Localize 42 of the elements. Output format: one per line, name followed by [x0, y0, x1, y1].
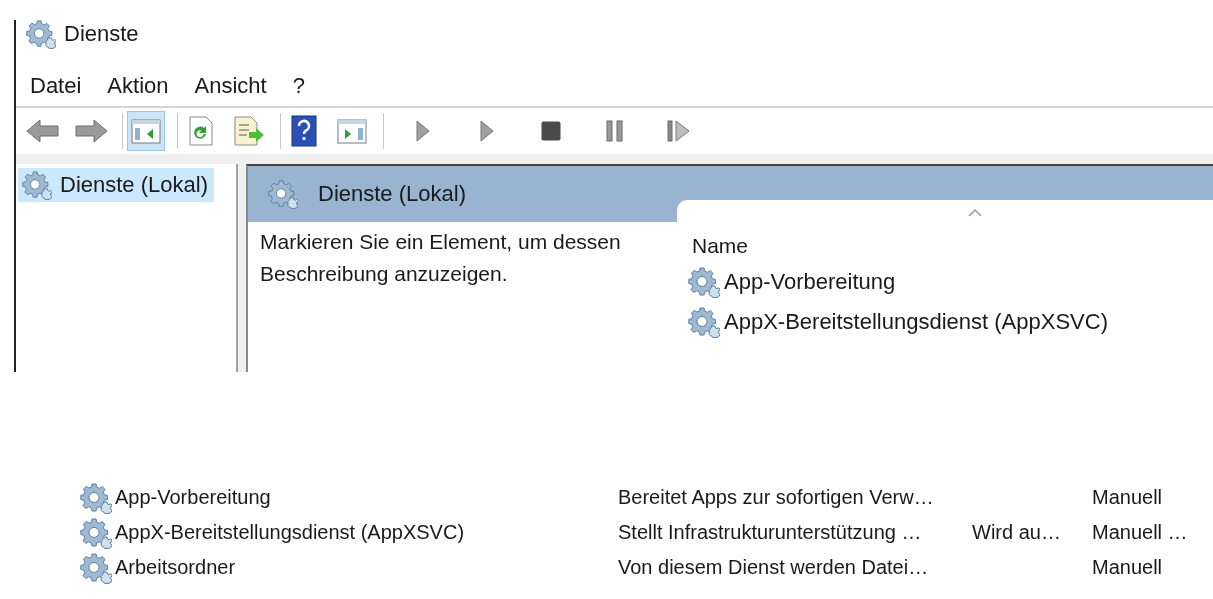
menu-item[interactable]: ?	[282, 73, 321, 99]
export-list-icon[interactable]	[233, 116, 265, 146]
forward-arrow-icon[interactable]	[74, 118, 108, 144]
gear-icon	[688, 266, 720, 298]
description-cell-text: Bereitet Apps zur sofortigen Verw…	[618, 486, 935, 509]
status-cell-text: Wird au…	[972, 521, 1062, 544]
description-cell-text: Stellt Infrastrukturunterstützung …	[618, 521, 923, 544]
service-name[interactable]: AppX-Bereitstellungsdienst (AppXSVC)	[724, 309, 1108, 335]
column-header[interactable]: Name	[692, 234, 749, 258]
gear-icon	[80, 551, 112, 584]
startup-type-cell-text: Manuell	[1092, 486, 1164, 509]
play-icon[interactable]	[480, 120, 494, 142]
window-title: Dienste	[64, 21, 139, 47]
gear-icon	[26, 20, 56, 49]
service-name[interactable]: AppX-Bereitstellungsdienst (AppXSVC)	[115, 521, 465, 544]
pause-icon[interactable]	[606, 120, 624, 142]
menu-item[interactable]: Ansicht	[184, 73, 283, 99]
gear-icon	[268, 179, 298, 209]
refresh-icon[interactable]	[188, 116, 214, 146]
description-text: Markieren Sie ein Element, um dessen Beschreibung anzuzeigen.	[260, 230, 621, 285]
back-arrow-icon[interactable]	[26, 118, 60, 144]
tree-item[interactable]: Dienste (Lokal)	[18, 168, 214, 202]
menu-item[interactable]: Aktion	[97, 73, 185, 99]
service-name[interactable]: Arbeitsordner	[115, 556, 236, 579]
service-name[interactable]: App-Vorbereitung	[115, 486, 271, 509]
gear-icon	[80, 516, 112, 549]
window-panel-icon[interactable]	[337, 117, 367, 145]
menu-item[interactable]: Datei	[20, 73, 98, 99]
toolbar-toggle[interactable]	[127, 111, 165, 151]
play-icon[interactable]	[416, 120, 430, 142]
help-icon[interactable]	[291, 115, 317, 147]
gear-icon	[80, 481, 112, 514]
pane-title: Dienste (Lokal)	[318, 181, 466, 207]
startup-type-cell-text: Manuell …	[1092, 521, 1189, 544]
gear-icon	[688, 306, 720, 338]
stop-icon[interactable]	[541, 121, 561, 141]
startup-type-cell-text: Manuell	[1092, 556, 1164, 579]
gear-icon	[22, 170, 52, 200]
service-name[interactable]: App-Vorbereitung	[724, 269, 896, 295]
description-cell-text: Von diesem Dienst werden Datei…	[618, 556, 930, 579]
resume-icon[interactable]	[667, 120, 691, 142]
window-panel-icon[interactable]	[131, 117, 161, 145]
